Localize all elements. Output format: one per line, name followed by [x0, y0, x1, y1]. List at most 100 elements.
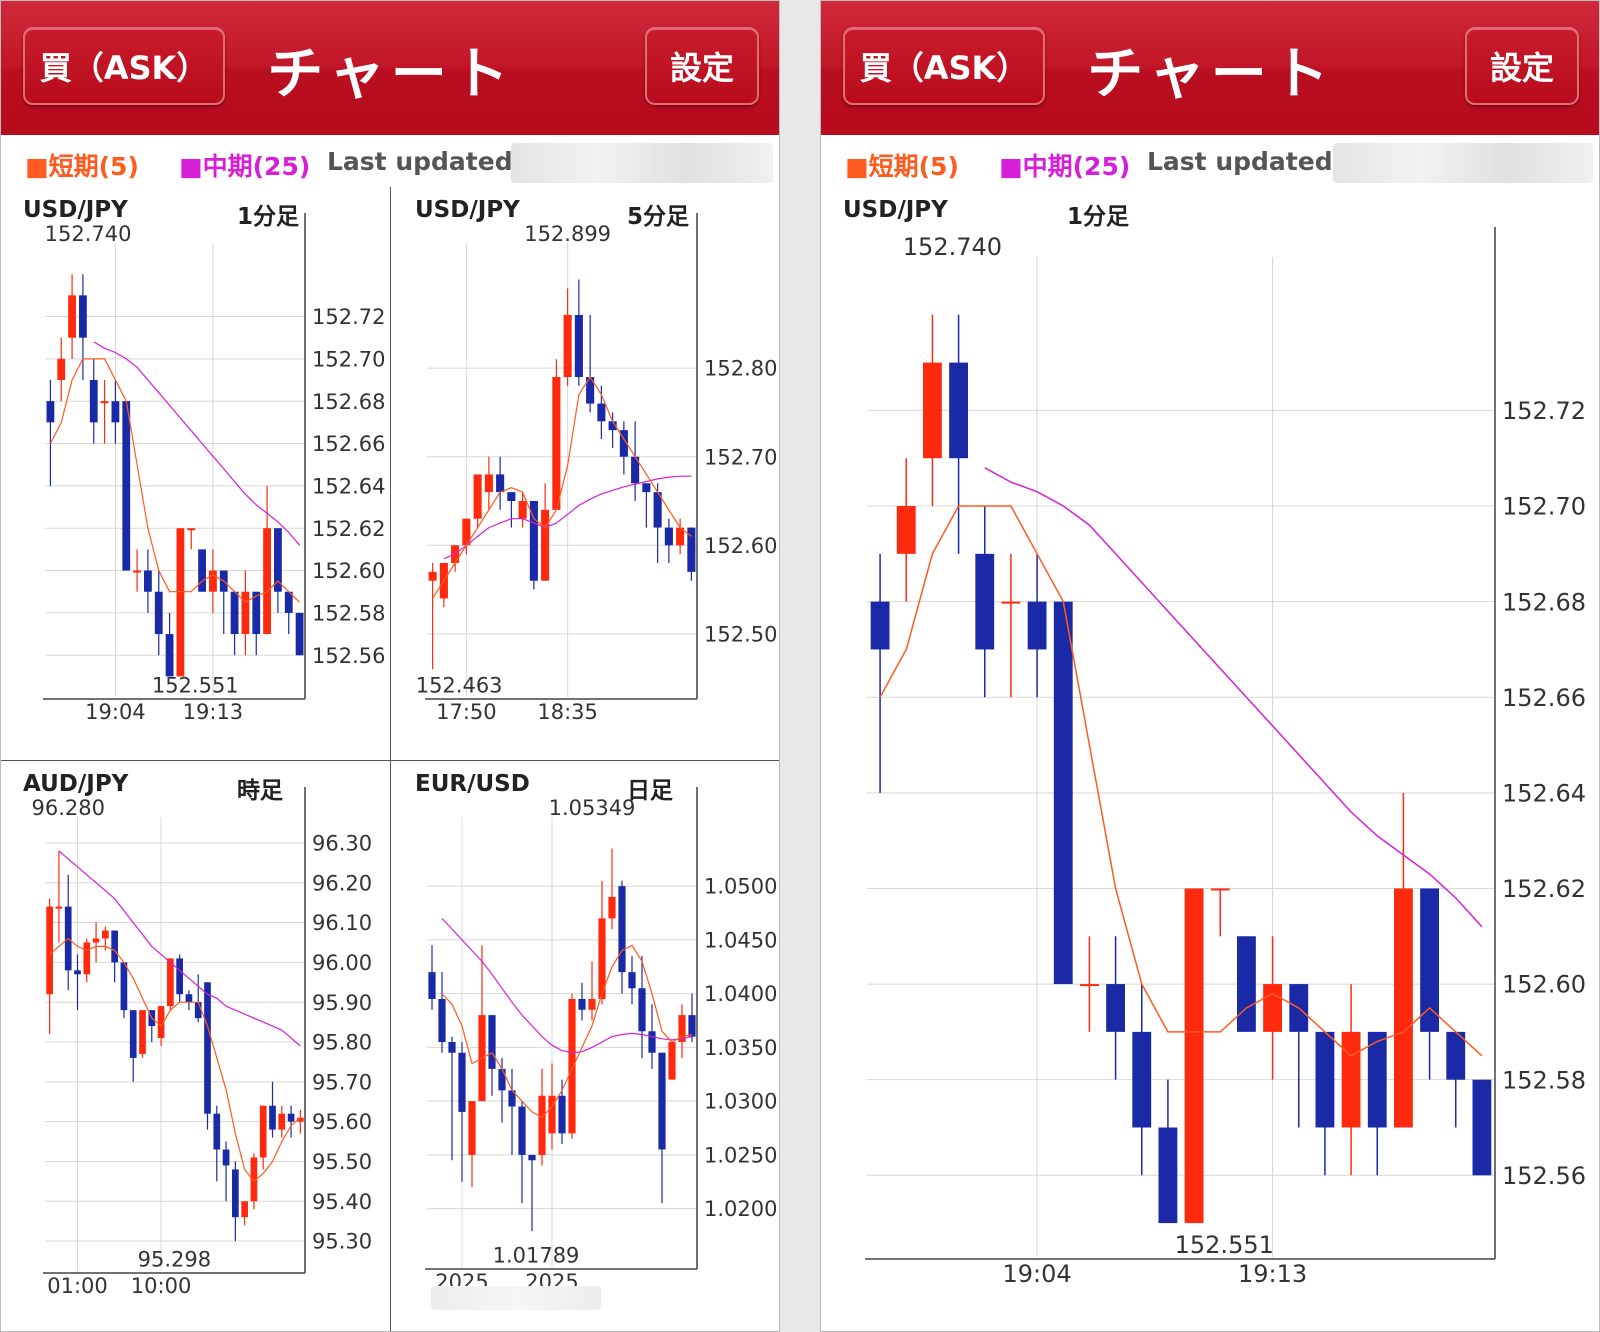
candle-down: [194, 1002, 202, 1019]
candle-down: [1106, 984, 1126, 1032]
y-tick-label: 95.70: [312, 1070, 372, 1094]
sma25-line: [58, 850, 301, 1047]
candle-up: [1184, 888, 1204, 1224]
y-tick-label: 96.10: [312, 911, 372, 935]
y-tick-label: 96.00: [312, 951, 372, 975]
candle-down: [89, 380, 98, 423]
chart-panel-audjpy-1h[interactable]: AUD/JPY 時足 95.30 95.40 95.50 95.60 95.70 95.8…: [1, 761, 390, 1331]
candle-down: [1053, 601, 1073, 985]
phone-screen-right: 買（ASK） チャート 設定 ■短期(5) ■中期(25) Last updat…: [820, 0, 1600, 1332]
candle-up: [209, 570, 217, 592]
chart-panel-usdjpy-1m[interactable]: USD/JPY 1分足 152.56 152.58 152.60 152.62 152.…: [1, 187, 390, 760]
candle-down: [642, 483, 651, 493]
y-tick-label: 1.0400: [704, 982, 777, 1006]
x-tick-label: 01:00: [47, 1274, 108, 1298]
y-tick-label: 1.0300: [704, 1090, 777, 1114]
candle-down: [274, 528, 282, 592]
y-tick-label: 152.62: [1502, 875, 1586, 903]
candle-up: [176, 528, 185, 677]
legend-mid-ma: ■中期(25): [179, 152, 311, 181]
candle-up: [1393, 888, 1413, 1128]
candle-down: [496, 474, 505, 493]
candle-down: [165, 634, 174, 677]
candle-down: [1446, 1031, 1466, 1080]
x-tick-label: 10:00: [131, 1274, 192, 1298]
candle-up: [1001, 601, 1021, 604]
date-label-blurred: [431, 1286, 601, 1310]
settings-button[interactable]: 設定: [1465, 27, 1579, 105]
y-tick-label: 152.72: [312, 305, 385, 329]
candle-up: [100, 401, 109, 404]
candle-down: [269, 1105, 276, 1130]
candle-down: [122, 401, 131, 571]
candle-down: [79, 295, 87, 338]
candle-up: [57, 358, 66, 381]
candle-up: [133, 570, 141, 573]
chart-panel-eurusd-1d[interactable]: EUR/USD 日足 1.0200 1.0250 1.0300 1.0350 1.040…: [391, 761, 779, 1331]
candle-down: [1027, 601, 1047, 650]
candle-down: [1472, 1079, 1492, 1176]
y-tick-label: 152.70: [312, 347, 385, 371]
candle-up: [538, 1095, 546, 1155]
candle-down: [870, 601, 890, 650]
candle-down: [185, 994, 193, 1003]
candle-down: [664, 527, 673, 546]
candle-down: [574, 315, 583, 377]
candle-down: [204, 982, 211, 1114]
candle-down: [558, 1095, 566, 1134]
x-tick-label: 18:35: [537, 700, 598, 724]
candle-up: [263, 528, 271, 635]
candle-down: [176, 958, 183, 995]
legend-short-ma: ■短期(5): [25, 152, 139, 181]
chart-panel-usdjpy-5m[interactable]: USD/JPY 5分足 152.50 152.60 152.70 152.80 17:5…: [391, 187, 779, 760]
candle-up: [1210, 888, 1230, 891]
candle-up: [55, 906, 63, 909]
candle-down: [213, 1113, 221, 1150]
candle-down: [949, 362, 969, 459]
candle-up: [187, 528, 196, 531]
y-tick-label: 1.0200: [704, 1197, 777, 1221]
candle-up: [167, 958, 174, 1007]
candle-up: [92, 938, 100, 943]
candle-up: [241, 1201, 248, 1218]
y-tick-label: 152.68: [1502, 588, 1586, 616]
candle-down: [74, 970, 81, 975]
app-header: 買（ASK） チャート 設定: [821, 1, 1599, 135]
y-tick-label: 152.56: [1502, 1162, 1586, 1190]
candle-up: [1341, 1031, 1361, 1128]
candle-up: [896, 506, 916, 554]
y-tick-label: 95.30: [312, 1230, 372, 1254]
settings-button[interactable]: 設定: [645, 27, 759, 105]
candle-up: [588, 999, 596, 1010]
high-value-label: 152.740: [45, 222, 132, 246]
candlestick-chart: 1.0200 1.0250 1.0300 1.0350 1.0400 1.0450 1.05…: [425, 787, 777, 1294]
candle-up: [68, 295, 76, 338]
y-tick-label: 152.50: [704, 622, 777, 646]
x-tick-label: 19:13: [183, 700, 244, 724]
candle-up: [552, 377, 561, 510]
candle-down: [498, 1068, 506, 1091]
candle-up: [241, 591, 250, 635]
candle-down: [597, 403, 606, 422]
candle-down: [144, 570, 152, 592]
y-tick-label: 152.58: [312, 601, 385, 625]
candle-up: [541, 509, 550, 581]
candle-down: [438, 999, 446, 1042]
low-value-label: 95.298: [138, 1247, 211, 1271]
chart-panel-usdjpy-1m-expanded[interactable]: USD/JPY 1分足 152.56 152.58 152.60 152.62 152.…: [821, 187, 1599, 1331]
candle-down: [1158, 1127, 1178, 1224]
candle-up: [259, 1105, 267, 1158]
candle-down: [658, 1052, 666, 1150]
y-tick-label: 95.50: [312, 1150, 372, 1174]
low-value-label: 152.463: [416, 673, 503, 697]
candle-up: [1079, 984, 1099, 987]
y-tick-label: 152.62: [312, 517, 385, 541]
y-tick-label: 95.90: [312, 991, 372, 1015]
candle-down: [1236, 936, 1256, 1032]
candle-down: [628, 972, 636, 989]
candle-down: [232, 1169, 239, 1218]
candle-down: [638, 988, 646, 1032]
app-header: 買（ASK） チャート 設定: [1, 1, 779, 135]
candle-down: [230, 591, 239, 635]
candle-up: [668, 1042, 676, 1080]
